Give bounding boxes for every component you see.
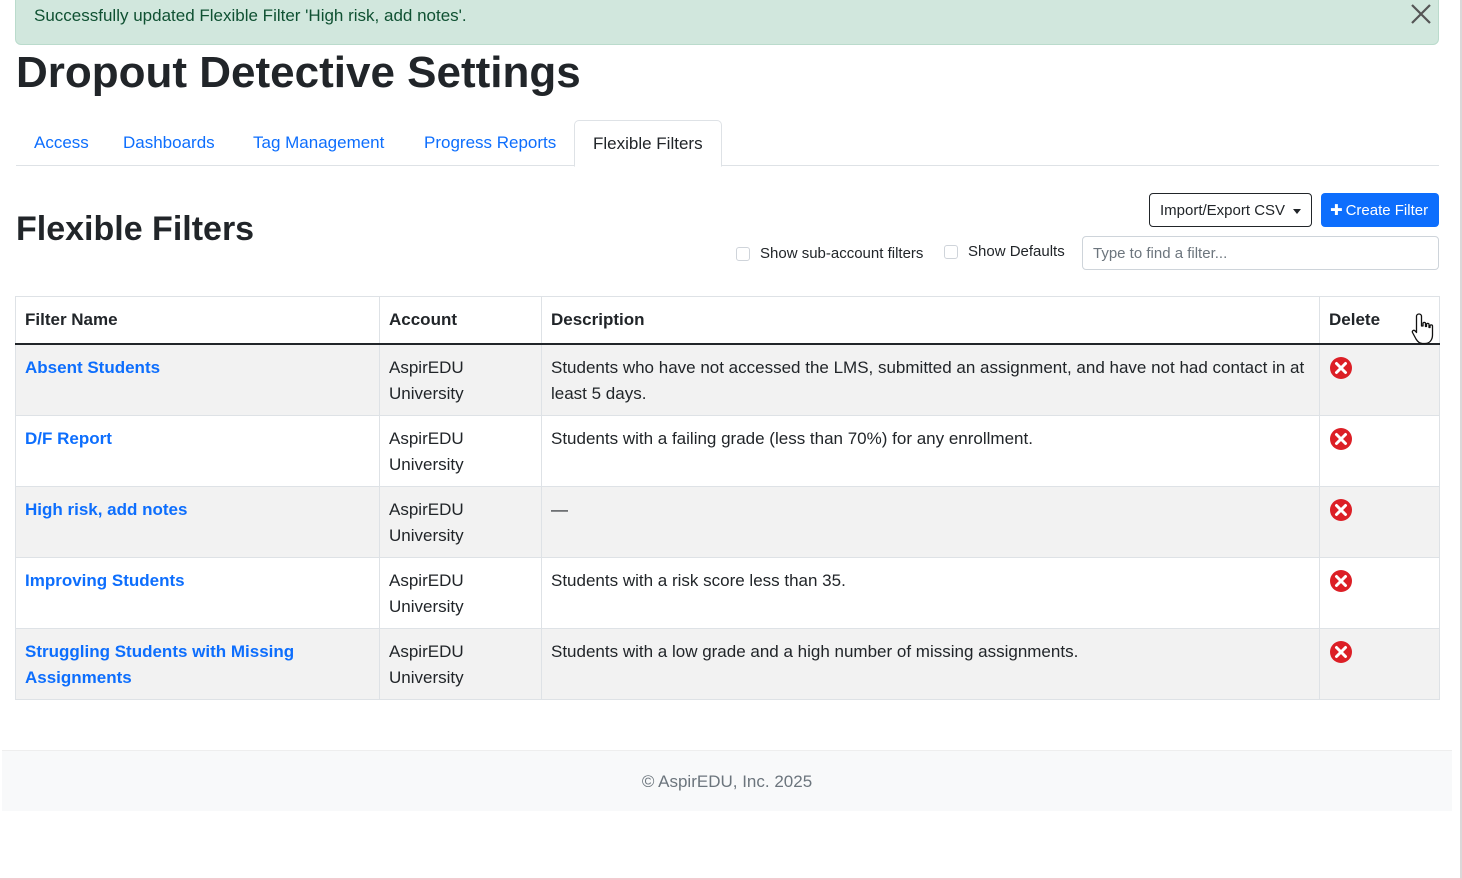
cell-filter-name: D/F Report <box>15 415 380 487</box>
x-circle-icon[interactable] <box>1329 427 1353 451</box>
filter-name-link[interactable]: High risk, add notes <box>25 500 187 519</box>
close-icon[interactable] <box>1409 2 1433 26</box>
show-sub-account-checkbox[interactable] <box>736 247 750 261</box>
filter-name-link[interactable]: Absent Students <box>25 358 160 377</box>
cell-delete <box>1319 628 1440 700</box>
success-alert: Successfully updated Flexible Filter 'Hi… <box>15 0 1439 45</box>
table-header-row: Filter Name Account Description Delete <box>15 296 1440 345</box>
tab-access[interactable]: Access <box>16 120 107 166</box>
create-filter-label: Create Filter <box>1345 202 1429 219</box>
cell-account: AspirEDU University <box>379 486 542 558</box>
x-circle-icon[interactable] <box>1329 498 1353 522</box>
table-row: Struggling Students with Missing Assignm… <box>15 628 1440 700</box>
tab-progress-reports[interactable]: Progress Reports <box>406 120 574 166</box>
table-row: Improving Students AspirEDU University S… <box>15 557 1440 629</box>
import-export-csv-button[interactable]: Import/Export CSV <box>1149 193 1312 227</box>
section-title: Flexible Filters <box>16 210 255 248</box>
tab-dashboards[interactable]: Dashboards <box>105 120 233 166</box>
hand-cursor-icon <box>1411 313 1434 345</box>
tab-flexible-filters[interactable]: Flexible Filters <box>574 120 722 167</box>
cell-account: AspirEDU University <box>379 343 542 416</box>
filters-table: Filter Name Account Description Delete A… <box>15 296 1440 700</box>
settings-tabs: Access Dashboards Tag Management Progres… <box>16 120 1439 167</box>
cell-description: — <box>541 486 1320 558</box>
tab-tag-management[interactable]: Tag Management <box>235 120 402 166</box>
table-row: D/F Report AspirEDU University Students … <box>15 415 1440 487</box>
filter-search-input[interactable] <box>1082 236 1439 270</box>
x-circle-icon[interactable] <box>1329 356 1353 380</box>
cell-delete <box>1319 343 1440 416</box>
table-row: High risk, add notes AspirEDU University… <box>15 486 1440 558</box>
header-filter-name: Filter Name <box>15 296 380 345</box>
show-defaults-label: Show Defaults <box>968 243 1065 260</box>
show-sub-account-label: Show sub-account filters <box>760 245 924 262</box>
page-title: Dropout Detective Settings <box>16 48 581 97</box>
plus-icon: ✚ <box>1330 202 1343 219</box>
table-row: Absent Students AspirEDU University Stud… <box>15 343 1440 416</box>
cell-account: AspirEDU University <box>379 415 542 487</box>
import-export-label: Import/Export CSV <box>1160 202 1286 219</box>
filter-name-link[interactable]: Struggling Students with Missing Assignm… <box>25 642 294 687</box>
cell-description: Students who have not accessed the LMS, … <box>541 343 1320 416</box>
cell-filter-name: Absent Students <box>15 343 380 416</box>
cell-account: AspirEDU University <box>379 557 542 629</box>
cell-filter-name: High risk, add notes <box>15 486 380 558</box>
header-description: Description <box>541 296 1320 345</box>
alert-message: Successfully updated Flexible Filter 'Hi… <box>34 6 467 25</box>
filter-name-link[interactable]: Improving Students <box>25 571 185 590</box>
header-account: Account <box>379 296 542 345</box>
cell-account: AspirEDU University <box>379 628 542 700</box>
cell-description: Students with a failing grade (less than… <box>541 415 1320 487</box>
show-defaults-checkbox[interactable] <box>944 245 958 259</box>
cell-filter-name: Improving Students <box>15 557 380 629</box>
cell-description: Students with a risk score less than 35. <box>541 557 1320 629</box>
cell-filter-name: Struggling Students with Missing Assignm… <box>15 628 380 700</box>
create-filter-button[interactable]: ✚ Create Filter <box>1321 193 1439 227</box>
x-circle-icon[interactable] <box>1329 569 1353 593</box>
x-circle-icon[interactable] <box>1329 640 1353 664</box>
cell-delete <box>1319 415 1440 487</box>
cell-description: Students with a low grade and a high num… <box>541 628 1320 700</box>
footer-copyright: © AspirEDU, Inc. 2025 <box>641 772 813 791</box>
cell-delete <box>1319 557 1440 629</box>
page-footer: © AspirEDU, Inc. 2025 <box>2 750 1452 811</box>
cell-delete <box>1319 486 1440 558</box>
filter-name-link[interactable]: D/F Report <box>25 429 112 448</box>
caret-down-icon <box>1293 209 1301 214</box>
